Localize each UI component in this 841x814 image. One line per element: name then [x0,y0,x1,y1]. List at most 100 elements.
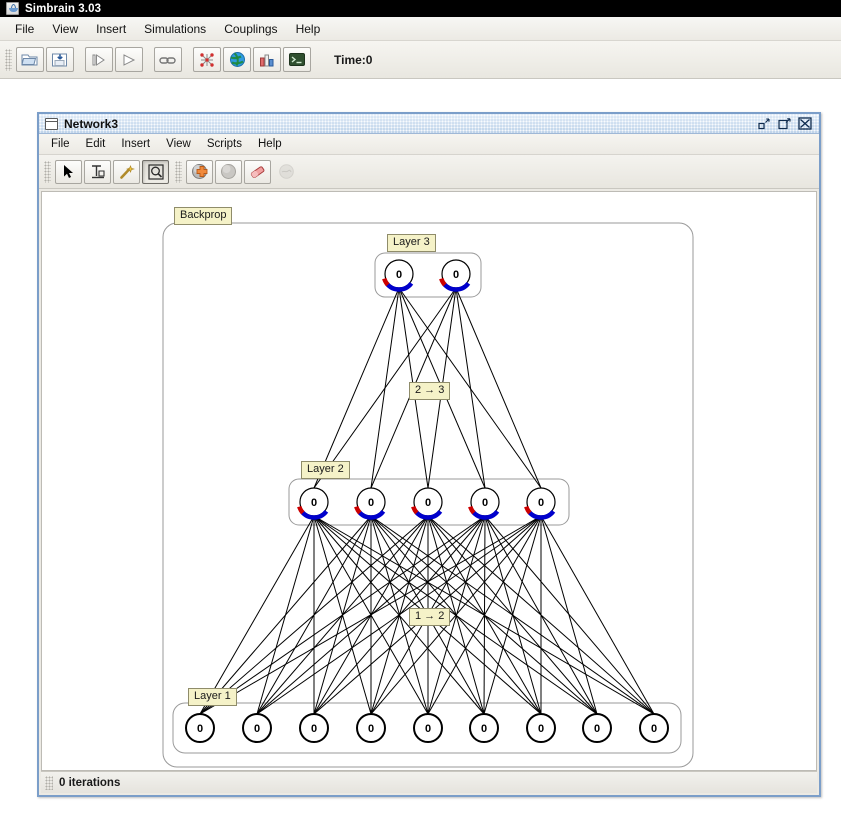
toolbar-grip[interactable] [5,48,12,71]
step-button[interactable] [85,47,113,72]
neuron-activation: 0 [481,723,487,735]
menu-couplings[interactable]: Couplings [215,19,286,39]
neuron-activation: 0 [538,497,544,509]
network-menu-help[interactable]: Help [250,135,290,153]
network-graph: 0 0 0 0 0 0 0 0 0 0 0 0 0 0 0 0 [162,222,694,768]
neuron-activation: 0 [482,497,488,509]
globe-icon [229,52,245,67]
run-button[interactable] [115,47,143,72]
terminal-icon [289,53,305,66]
eraser-icon [250,165,265,178]
link-button[interactable] [154,47,182,72]
network-toolbar [39,155,819,189]
select-tool-button[interactable] [55,159,82,184]
neuron-activation: 0 [368,497,374,509]
network-nodes-icon [200,52,214,67]
java-coffee-cup-icon [6,2,19,15]
neuron-activation: 0 [594,723,600,735]
menu-help[interactable]: Help [287,19,330,39]
layer-label-layer-3[interactable]: Layer 3 [387,234,436,252]
network-toolbar-grip-2[interactable] [175,160,182,183]
network-menu-scripts[interactable]: Scripts [199,135,250,153]
iterations-status-text: 0 iterations [59,776,121,789]
new-console-button[interactable] [283,47,311,72]
close-button[interactable] [797,117,812,131]
layer-label-layer-1[interactable]: Layer 1 [188,688,237,706]
neuron[interactable]: 0 [526,713,556,743]
app-menubar: File View Insert Simulations Couplings H… [0,17,841,41]
neuron[interactable]: 0 [469,713,499,743]
neuron[interactable]: 0 [411,487,443,520]
text-tool-icon [91,164,105,178]
network-internal-frame: Network3 File Edit Insert View Scripts H… [37,112,821,797]
zoom-tool-button[interactable] [142,159,169,184]
new-network-button[interactable] [193,47,221,72]
neuron-activation: 0 [425,723,431,735]
network-menu-file[interactable]: File [43,135,78,153]
new-world-button[interactable] [223,47,251,72]
time-label: Time:0 [334,52,373,67]
neuron[interactable]: 0 [299,713,329,743]
text-tool-button[interactable] [84,159,111,184]
neuron[interactable]: 0 [242,713,272,743]
menu-file[interactable]: File [6,19,43,39]
bar-chart-icon [260,54,274,66]
neuron[interactable]: 0 [524,487,556,520]
network-toolbar-grip[interactable] [44,160,51,183]
randomize-button[interactable] [273,160,300,184]
network-menu-insert[interactable]: Insert [113,135,158,153]
network-frame-title: Network3 [64,116,119,131]
neuron-group-button[interactable] [215,159,242,184]
save-disk-icon [52,53,67,66]
neuron-activation: 0 [254,723,260,735]
layer-label-layer-2[interactable]: Layer 2 [301,461,350,479]
open-folder-icon [21,54,38,65]
open-workspace-button[interactable] [16,47,44,72]
magic-wand-icon [119,164,135,179]
chain-link-icon [159,56,176,64]
neuron[interactable]: 0 [356,713,386,743]
add-neuron-button[interactable] [186,159,213,184]
network-canvas[interactable]: 0 0 0 0 0 0 0 0 0 0 0 0 0 0 0 0 Backprop Layer 3 Layer … [41,191,817,771]
statusbar-grip [45,775,53,790]
neuron[interactable]: 0 [413,713,443,743]
network-menu-edit[interactable]: Edit [78,135,114,153]
wand-tool-button[interactable] [113,159,140,184]
neuron-activation: 0 [311,723,317,735]
neuron[interactable]: 0 [439,259,471,292]
new-chart-button[interactable] [253,47,281,72]
clear-button[interactable] [244,159,271,184]
neuron[interactable]: 0 [582,713,612,743]
neuron-activation: 0 [651,723,657,735]
synapse-group-label-2-3[interactable]: 2 → 3 [409,382,451,400]
neuron[interactable]: 0 [297,487,329,520]
neuron-activation: 0 [197,723,203,735]
step-forward-icon [92,53,105,66]
synapse-group-label-1-2[interactable]: 1 → 2 [409,608,451,626]
save-workspace-button[interactable] [46,47,74,72]
network-menubar: File Edit Insert View Scripts Help [39,134,819,155]
neuron-activation: 0 [368,723,374,735]
network-frame-titlebar[interactable]: Network3 [39,114,819,134]
neuron[interactable]: 0 [382,259,414,292]
gray-sphere-icon [221,164,236,179]
menu-insert[interactable]: Insert [87,19,135,39]
os-window-titlebar: Simbrain 3.03 [0,0,841,17]
menu-view[interactable]: View [43,19,87,39]
neuron-activation: 0 [311,497,317,509]
maximize-button[interactable] [777,117,792,131]
neuron[interactable]: 0 [354,487,386,520]
neuron[interactable]: 0 [185,713,215,743]
neuron[interactable]: 0 [468,487,500,520]
menu-simulations[interactable]: Simulations [135,19,215,39]
app-toolbar: Time:0 [0,41,841,79]
network-menu-view[interactable]: View [158,135,199,153]
minimize-button[interactable] [757,117,772,131]
play-icon [123,53,136,66]
neuron[interactable]: 0 [639,713,669,743]
minimize-icon [758,117,770,129]
group-label-backprop[interactable]: Backprop [174,207,233,225]
randomize-icon [279,164,294,179]
network-statusbar: 0 iterations [41,771,817,793]
app-title: Simbrain 3.03 [25,2,102,15]
